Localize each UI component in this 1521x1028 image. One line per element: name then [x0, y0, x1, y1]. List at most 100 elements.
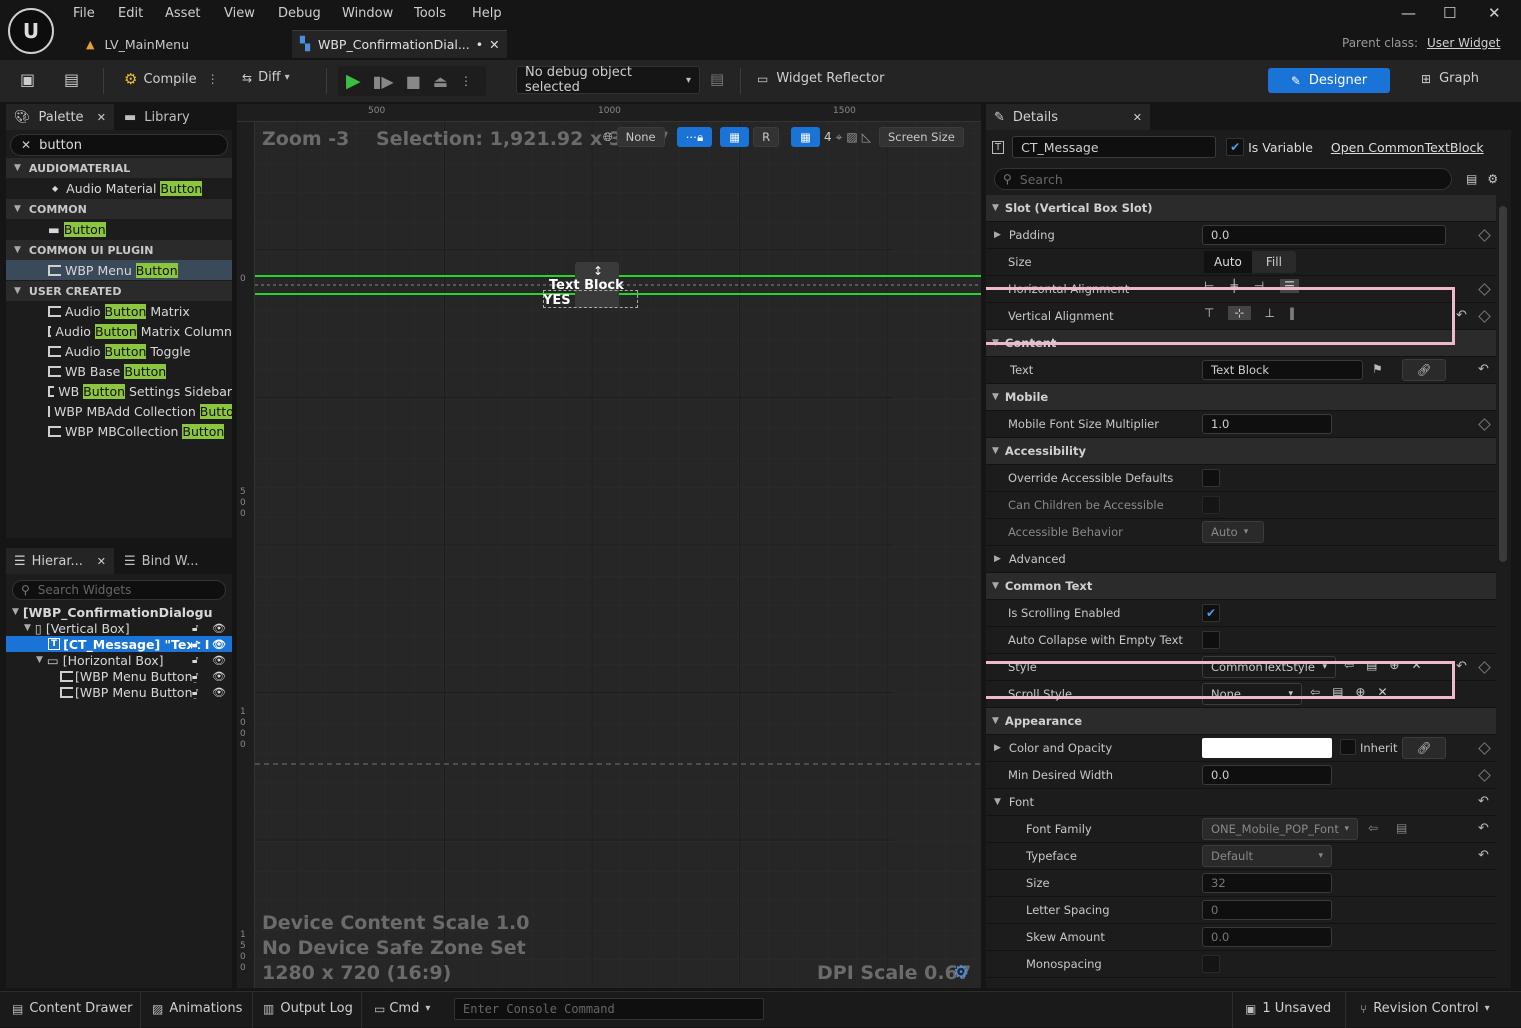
grid-snap-icon[interactable]: ▦	[791, 127, 820, 147]
palette-category[interactable]: ▼ COMMON UI PLUGIN	[6, 240, 232, 260]
section-appearance[interactable]: ▼ Appearance	[986, 708, 1496, 735]
use-selected-icon[interactable]: ⇦	[1368, 821, 1378, 835]
collapse-icon[interactable]: ▼	[14, 286, 21, 296]
visibility-eye-icon[interactable]: 👁︎	[212, 654, 226, 667]
tab-bind-widgets[interactable]: ☰ Bind W...	[114, 554, 199, 569]
reset-arrow-icon[interactable]: ↶	[1456, 308, 1467, 323]
diff-button[interactable]: ⇆ Diff ▾	[242, 70, 290, 85]
palette-item[interactable]: Audio Button Toggle	[6, 341, 232, 361]
close-icon[interactable]: ✕	[97, 111, 106, 124]
section-common-text[interactable]: ▼ Common Text	[986, 573, 1496, 600]
localize-flag-icon[interactable]: ⚑	[1372, 362, 1383, 376]
keyframe-diamond-icon[interactable]	[1478, 769, 1491, 782]
close-icon[interactable]: ✕	[97, 555, 106, 568]
minimize-icon[interactable]: —	[1401, 4, 1416, 22]
letter-spacing-input[interactable]: 0	[1202, 900, 1332, 920]
lock-icon[interactable]: 🔓︎	[192, 686, 199, 698]
palette-category[interactable]: ▼ USER CREATED	[6, 281, 232, 301]
details-scrollbar[interactable]	[1499, 206, 1507, 562]
maximize-icon[interactable]: ☐	[1443, 4, 1456, 22]
respect-locks-icon[interactable]: ▦	[720, 127, 750, 147]
hierarchy-root[interactable]: ▼ [WBP_ConfirmationDialogu	[6, 604, 232, 620]
lock-button[interactable]: ⋯🔒︎	[676, 127, 713, 147]
palette-search-input[interactable]: ✕ button	[10, 134, 228, 156]
padding-input[interactable]: 0.0	[1202, 225, 1446, 245]
close-tab-icon[interactable]: ✕	[489, 37, 499, 52]
grid-snap-value[interactable]: 4	[824, 130, 832, 144]
save-icon[interactable]: ▣	[20, 70, 35, 89]
dpi-settings-icon[interactable]: ⚙	[953, 962, 969, 983]
visibility-eye-icon[interactable]: 👁︎	[212, 638, 226, 651]
palette-item[interactable]: WBP Menu Button	[6, 260, 232, 280]
palette-item[interactable]: ▬ Button	[6, 219, 232, 239]
output-log-button[interactable]: ▥ Output Log	[263, 1001, 353, 1016]
image-icon[interactable]: ▨	[846, 130, 857, 144]
close-icon[interactable]: ✕	[1133, 111, 1142, 124]
expand-icon[interactable]: ▶	[994, 554, 1001, 564]
lock-icon[interactable]: 🔓︎	[192, 670, 199, 682]
prop-advanced[interactable]: ▶ Advanced	[986, 546, 1496, 573]
inherit-checkbox[interactable]	[1340, 739, 1356, 755]
visibility-eye-icon[interactable]: 👁︎	[212, 622, 226, 635]
open-commontextblock-link[interactable]: Open CommonTextBlock	[1331, 140, 1484, 155]
menu-view[interactable]: View	[224, 6, 255, 21]
access-behavior-dropdown[interactable]: Auto ▾	[1202, 521, 1264, 543]
lock-icon[interactable]: 🔓︎	[192, 622, 199, 634]
reset-arrow-icon[interactable]: ↶	[1478, 362, 1489, 377]
hierarchy-search-input[interactable]: ⚲ Search Widgets	[12, 580, 226, 600]
scrolling-checkbox[interactable]: ✔	[1202, 604, 1220, 622]
expand-icon[interactable]: ▶	[994, 230, 1001, 240]
reset-arrow-icon[interactable]: ↶	[1478, 821, 1489, 836]
eject-icon[interactable]: ⏏	[433, 72, 448, 91]
designer-button[interactable]: ✎ Designer	[1268, 68, 1390, 93]
reset-arrow-icon[interactable]: ↶	[1478, 848, 1489, 863]
visibility-eye-icon[interactable]: 👁︎	[212, 686, 226, 699]
override-access-checkbox[interactable]	[1202, 469, 1220, 487]
menu-edit[interactable]: Edit	[118, 6, 143, 21]
typeface-dropdown[interactable]: Default ▾	[1202, 845, 1332, 867]
cursor-icon[interactable]: ⌖	[836, 130, 843, 145]
keyframe-diamond-icon[interactable]	[1478, 742, 1491, 755]
window-close-icon[interactable]: ✕	[1488, 4, 1501, 22]
monospacing-checkbox[interactable]	[1202, 955, 1220, 973]
size-fill-button[interactable]: Fill	[1252, 255, 1296, 269]
color-swatch[interactable]	[1202, 738, 1332, 758]
content-drawer-button[interactable]: ▤ Content Drawer	[12, 1001, 132, 1016]
table-view-icon[interactable]: ▤	[1466, 172, 1477, 186]
unsaved-button[interactable]: ▣ 1 Unsaved	[1245, 1001, 1331, 1016]
text-input[interactable]: Text Block	[1202, 360, 1363, 380]
console-input[interactable]: Enter Console Command	[454, 998, 764, 1020]
hierarchy-node[interactable]: [WBP Menu Button] 🔓︎ 👁︎	[6, 684, 232, 700]
palette-item[interactable]: ◆ Audio Material Button	[6, 178, 232, 198]
parent-class-link[interactable]: User Widget	[1427, 36, 1500, 50]
collapse-icon[interactable]: ▼	[12, 607, 19, 617]
compile-options-icon[interactable]: ⋮	[207, 72, 219, 86]
details-search-input[interactable]: ⚲ Search	[994, 168, 1452, 190]
expand-icon[interactable]: ▶	[994, 743, 1001, 753]
stop-icon[interactable]: ■	[406, 72, 421, 91]
children-access-checkbox[interactable]	[1202, 496, 1220, 514]
revision-control-button[interactable]: ⑂ Revision Control ▾	[1360, 1001, 1490, 1016]
section-accessibility[interactable]: ▼ Accessibility	[986, 438, 1496, 465]
tab-level[interactable]: ▲ LV_MainMenu	[78, 30, 197, 58]
palette-category[interactable]: ▼ COMMON	[6, 199, 232, 219]
collapse-icon[interactable]: ▼	[14, 204, 21, 214]
graph-button[interactable]: ⊞ Graph	[1421, 71, 1479, 86]
play-options-icon[interactable]: ⋮	[460, 74, 472, 88]
debug-browse-icon[interactable]: ▤	[710, 70, 724, 88]
localization-none-button[interactable]: None	[616, 127, 665, 147]
section-slot[interactable]: ▼ Slot (Vertical Box Slot)	[986, 195, 1496, 222]
hierarchy-node[interactable]: ▼ ▭ [Horizontal Box] 🔓︎ 👁︎	[6, 652, 232, 668]
menu-help[interactable]: Help	[472, 6, 502, 21]
palette-item[interactable]: WBP MBAdd Collection Butto	[6, 401, 232, 421]
collapse-icon[interactable]: ▼	[14, 163, 21, 173]
size-auto-button[interactable]: Auto	[1204, 251, 1252, 273]
widget-name-input[interactable]: CT_Message	[1012, 136, 1217, 158]
unreal-logo-icon[interactable]: U	[8, 8, 54, 54]
hierarchy-node[interactable]: [WBP Menu Button] 🔓︎ 👁︎	[6, 668, 232, 684]
collapse-icon[interactable]: ▼	[14, 245, 21, 255]
triangle-icon[interactable]: ◺	[862, 130, 871, 144]
animations-button[interactable]: ▨ Animations	[152, 1001, 242, 1016]
tab-palette[interactable]: 🎨︎ Palette ✕	[6, 104, 114, 130]
resize-up-icon[interactable]: ↕	[593, 264, 603, 278]
